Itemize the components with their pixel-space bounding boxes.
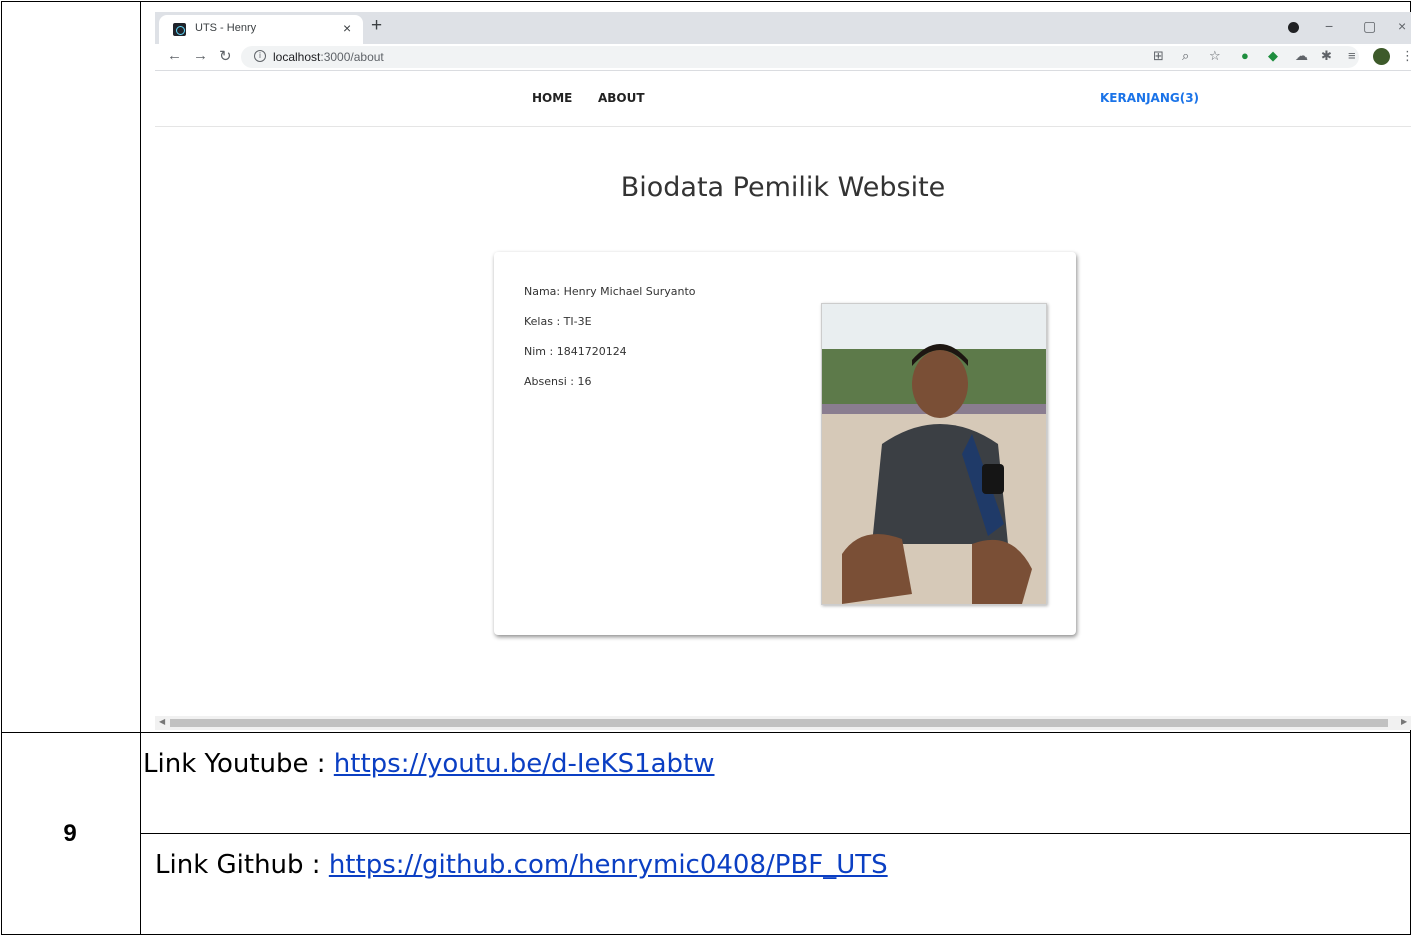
table-border-bottom: [1, 934, 1411, 935]
browser-tab[interactable]: UTS - Henry ×: [159, 15, 363, 44]
new-tab-button[interactable]: +: [371, 15, 382, 37]
biodata-card: Nama: Henry Michael Suryanto Kelas : TI-…: [494, 252, 1076, 635]
bio-absensi: Absensi : 16: [524, 375, 592, 388]
horizontal-scrollbar[interactable]: ◀ ▶: [155, 716, 1411, 730]
reload-icon[interactable]: ↻: [219, 47, 232, 65]
nav-home-link[interactable]: HOME: [532, 91, 572, 105]
table-border-left: [1, 1, 2, 935]
zoom-icon[interactable]: ⌕: [1182, 48, 1189, 64]
url-path: :3000/about: [320, 50, 384, 64]
table-row-divider: [1, 732, 1411, 733]
youtube-link[interactable]: https://youtu.be/d-IeKS1abtw: [334, 749, 715, 779]
url-host: localhost: [273, 50, 321, 64]
address-bar[interactable]: i localhost:3000/about: [241, 46, 1359, 68]
bio-nim: Nim : 1841720124: [524, 345, 627, 358]
table-column-divider: [140, 1, 141, 935]
browser-toolbar: ← → ↻ i localhost:3000/about ⊞ ⌕ ☆ ● ◆ ☁…: [155, 44, 1411, 71]
url-text[interactable]: localhost:3000/about: [273, 50, 384, 64]
scrollbar-thumb[interactable]: [170, 719, 1388, 727]
nav-cart-link[interactable]: KERANJANG(3): [1100, 91, 1199, 105]
site-navbar: HOME ABOUT KERANJANG(3): [155, 72, 1411, 127]
bio-kelas: Kelas : TI-3E: [524, 315, 592, 328]
forward-arrow-icon[interactable]: →: [193, 47, 208, 64]
nav-about-link[interactable]: ABOUT: [598, 91, 645, 105]
bookmark-star-icon[interactable]: ☆: [1209, 48, 1221, 64]
profile-photo: [821, 303, 1047, 605]
scroll-right-arrow-icon[interactable]: ▶: [1401, 717, 1407, 726]
info-icon[interactable]: i: [254, 50, 266, 62]
extension-cloud-icon[interactable]: ☁: [1295, 48, 1308, 64]
tab-close-button[interactable]: ×: [343, 20, 351, 36]
scroll-left-arrow-icon[interactable]: ◀: [159, 717, 165, 726]
bio-nama: Nama: Henry Michael Suryanto: [524, 285, 696, 298]
table-cell-divider: [140, 833, 1411, 834]
browser-window: UTS - Henry × + − ▢ × ← → ↻ i localhost:…: [155, 12, 1411, 730]
tab-bar: UTS - Henry × + − ▢ ×: [155, 12, 1411, 44]
profile-photo-illustration: [822, 304, 1046, 604]
minimize-button[interactable]: −: [1325, 18, 1333, 34]
table-border-top: [1, 1, 1411, 2]
extensions-puzzle-icon[interactable]: ✱: [1321, 48, 1332, 64]
extension-shield-icon[interactable]: ●: [1241, 48, 1249, 63]
maximize-button[interactable]: ▢: [1363, 18, 1376, 35]
youtube-link-line: Link Youtube : https://youtu.be/d-IeKS1a…: [143, 749, 715, 779]
translate-icon[interactable]: ⊞: [1153, 48, 1164, 64]
github-label: Link Github :: [155, 850, 329, 880]
row-number: 9: [63, 820, 77, 847]
reading-list-icon[interactable]: ≡: [1348, 48, 1356, 63]
close-window-button[interactable]: ×: [1398, 18, 1406, 34]
profile-icon[interactable]: [1288, 22, 1299, 33]
tab-title: UTS - Henry: [195, 22, 257, 34]
github-link[interactable]: https://github.com/henrymic0408/PBF_UTS: [329, 850, 888, 880]
web-page: HOME ABOUT KERANJANG(3) Biodata Pemilik …: [155, 72, 1411, 716]
github-link-line: Link Github : https://github.com/henrymi…: [155, 850, 888, 880]
extension-globe-icon[interactable]: ◆: [1268, 48, 1278, 64]
account-avatar-icon[interactable]: [1373, 48, 1390, 65]
page-title: Biodata Pemilik Website: [620, 172, 946, 203]
menu-dots-icon[interactable]: ⋮: [1401, 48, 1411, 64]
back-arrow-icon[interactable]: ←: [167, 47, 182, 64]
youtube-label: Link Youtube :: [143, 749, 334, 779]
react-favicon-icon: [173, 23, 186, 36]
